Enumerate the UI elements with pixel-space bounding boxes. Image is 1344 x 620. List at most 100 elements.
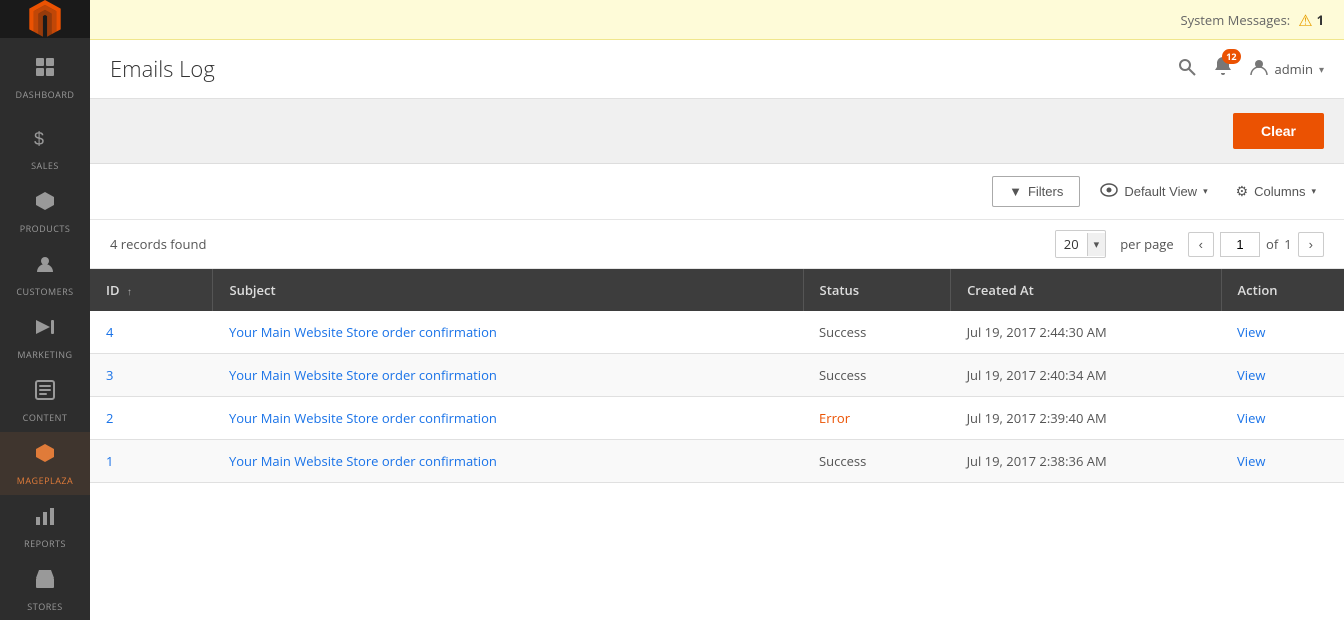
- th-status: Status: [803, 269, 951, 311]
- view-link[interactable]: View: [1237, 409, 1265, 427]
- view-button[interactable]: Default View ▾: [1092, 176, 1215, 207]
- sidebar-item-stores[interactable]: STORES: [0, 558, 90, 620]
- th-created-at: Created At: [951, 269, 1221, 311]
- page-header: Emails Log 12 admin ▾: [90, 40, 1344, 99]
- notification-badge: 12: [1222, 49, 1240, 64]
- main-content: System Messages: ⚠ 1 Emails Log 12 admin…: [90, 0, 1344, 620]
- th-subject-label: Subject: [229, 281, 275, 299]
- filters-button[interactable]: ▼ Filters: [992, 176, 1080, 207]
- td-subject: Your Main Website Store order confirmati…: [213, 397, 803, 440]
- eye-icon: [1100, 183, 1118, 200]
- records-found: 4 records found: [110, 235, 206, 253]
- sidebar-item-content[interactable]: CONTENT: [0, 369, 90, 432]
- admin-label: admin: [1275, 60, 1313, 78]
- id-link[interactable]: 3: [106, 366, 113, 384]
- sidebar-item-sales[interactable]: $ SALES: [0, 117, 90, 180]
- view-label: Default View: [1124, 184, 1197, 199]
- table-header-row: ID ↑ Subject Status Created At Action: [90, 269, 1344, 311]
- sidebar-item-label-sales: SALES: [31, 159, 59, 172]
- clear-button[interactable]: Clear: [1233, 113, 1324, 149]
- td-created-at: Jul 19, 2017 2:39:40 AM: [951, 397, 1221, 440]
- td-id: 4: [90, 311, 213, 354]
- td-id: 1: [90, 440, 213, 483]
- subject-link[interactable]: Your Main Website Store order confirmati…: [229, 452, 497, 470]
- sidebar-item-dashboard[interactable]: DASHBOARD: [0, 46, 90, 109]
- reports-icon: [34, 505, 56, 533]
- pagination: 20 ▾ per page ‹ of 1 ›: [1055, 230, 1324, 258]
- current-page-input[interactable]: [1220, 232, 1260, 257]
- subject-link[interactable]: Your Main Website Store order confirmati…: [229, 409, 497, 427]
- sales-icon: $: [34, 127, 56, 155]
- sidebar-item-customers[interactable]: CUSTOMERS: [0, 243, 90, 306]
- id-link[interactable]: 1: [106, 452, 113, 470]
- per-page-value: 20: [1056, 231, 1087, 257]
- records-bar: 4 records found 20 ▾ per page ‹ of 1 ›: [90, 220, 1344, 269]
- columns-button[interactable]: ⚙ Columns ▾: [1228, 176, 1324, 207]
- mageplaza-icon: [34, 442, 56, 470]
- sidebar-logo[interactable]: [0, 0, 90, 38]
- admin-chevron-icon: ▾: [1319, 62, 1324, 76]
- sidebar-item-label-mageplaza: MAGEPLAZA: [17, 474, 73, 487]
- sidebar-item-label-content: CONTENT: [23, 411, 68, 424]
- table-row: 3 Your Main Website Store order confirma…: [90, 354, 1344, 397]
- td-action: View: [1221, 311, 1344, 354]
- per-page-dropdown-arrow[interactable]: ▾: [1087, 233, 1106, 256]
- per-page-label: per page: [1120, 235, 1173, 253]
- emails-log-table: ID ↑ Subject Status Created At Action: [90, 269, 1344, 483]
- view-link[interactable]: View: [1237, 366, 1265, 384]
- per-page-select[interactable]: 20 ▾: [1055, 230, 1106, 258]
- sidebar-item-label-marketing: MARKETING: [17, 348, 72, 361]
- td-status: Error: [803, 397, 951, 440]
- magento-logo-icon: [26, 0, 64, 38]
- sidebar: DASHBOARD $ SALES PRODUCTS CUSTOMERS MAR…: [0, 0, 90, 620]
- td-status: Success: [803, 440, 951, 483]
- th-subject: Subject: [213, 269, 803, 311]
- total-pages: 1: [1284, 235, 1291, 253]
- id-link[interactable]: 2: [106, 409, 113, 427]
- sidebar-item-label-customers: CUSTOMERS: [16, 285, 73, 298]
- system-messages-count: 1: [1317, 11, 1324, 29]
- prev-page-button[interactable]: ‹: [1188, 232, 1214, 257]
- sidebar-item-products[interactable]: PRODUCTS: [0, 180, 90, 243]
- sidebar-item-label-stores: STORES: [27, 600, 62, 613]
- td-action: View: [1221, 397, 1344, 440]
- view-link[interactable]: View: [1237, 452, 1265, 470]
- td-action: View: [1221, 354, 1344, 397]
- admin-avatar-icon: [1249, 56, 1269, 83]
- next-page-button[interactable]: ›: [1298, 232, 1324, 257]
- sort-icon-id[interactable]: ↑: [127, 284, 132, 298]
- td-status: Success: [803, 354, 951, 397]
- th-id: ID ↑: [90, 269, 213, 311]
- content-icon: [34, 379, 56, 407]
- td-status: Success: [803, 311, 951, 354]
- subject-link[interactable]: Your Main Website Store order confirmati…: [229, 323, 497, 341]
- gear-icon: ⚙: [1236, 183, 1249, 200]
- filters-label: Filters: [1028, 184, 1063, 199]
- sidebar-item-marketing[interactable]: MARKETING: [0, 306, 90, 369]
- view-chevron-icon: ▾: [1203, 186, 1208, 197]
- sidebar-item-label-products: PRODUCTS: [20, 222, 71, 235]
- id-link[interactable]: 4: [106, 323, 113, 341]
- sidebar-item-label-reports: REPORTS: [24, 537, 66, 550]
- search-icon[interactable]: [1177, 56, 1197, 83]
- td-action: View: [1221, 440, 1344, 483]
- view-link[interactable]: View: [1237, 323, 1265, 341]
- columns-label: Columns: [1254, 184, 1305, 199]
- stores-icon: [34, 568, 56, 596]
- table-container: ID ↑ Subject Status Created At Action: [90, 269, 1344, 620]
- td-created-at: Jul 19, 2017 2:44:30 AM: [951, 311, 1221, 354]
- table-row: 1 Your Main Website Store order confirma…: [90, 440, 1344, 483]
- table-row: 4 Your Main Website Store order confirma…: [90, 311, 1344, 354]
- system-messages-bar: System Messages: ⚠ 1: [90, 0, 1344, 40]
- sidebar-item-reports[interactable]: REPORTS: [0, 495, 90, 558]
- sidebar-item-mageplaza[interactable]: MAGEPLAZA: [0, 432, 90, 495]
- system-messages-label: System Messages:: [1180, 11, 1290, 29]
- admin-menu-button[interactable]: admin ▾: [1249, 56, 1325, 83]
- subject-link[interactable]: Your Main Website Store order confirmati…: [229, 366, 497, 384]
- notification-button[interactable]: 12: [1213, 55, 1233, 83]
- page-toolbar: Clear: [90, 99, 1344, 164]
- customers-icon: [34, 253, 56, 281]
- grid-controls: ▼ Filters Default View ▾ ⚙ Columns ▾: [90, 164, 1344, 220]
- marketing-icon: [34, 316, 56, 344]
- products-icon: [34, 190, 56, 218]
